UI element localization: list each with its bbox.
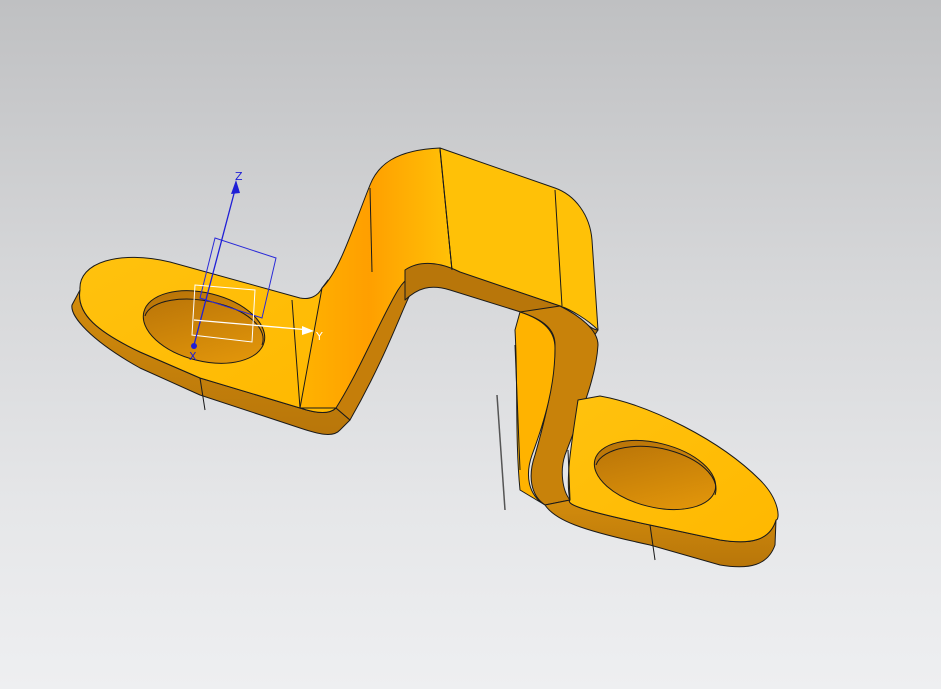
construction-line[interactable] [496,394,506,511]
bracket-part[interactable] [71,147,779,568]
z-axis-label: Z [235,170,243,183]
origin-point[interactable] [191,343,197,349]
graphics-viewport[interactable]: Z Y X [0,0,941,689]
x-axis-label: X [189,350,197,363]
y-axis-label: Y [315,330,323,343]
model-scene[interactable]: Z Y X [0,0,941,689]
